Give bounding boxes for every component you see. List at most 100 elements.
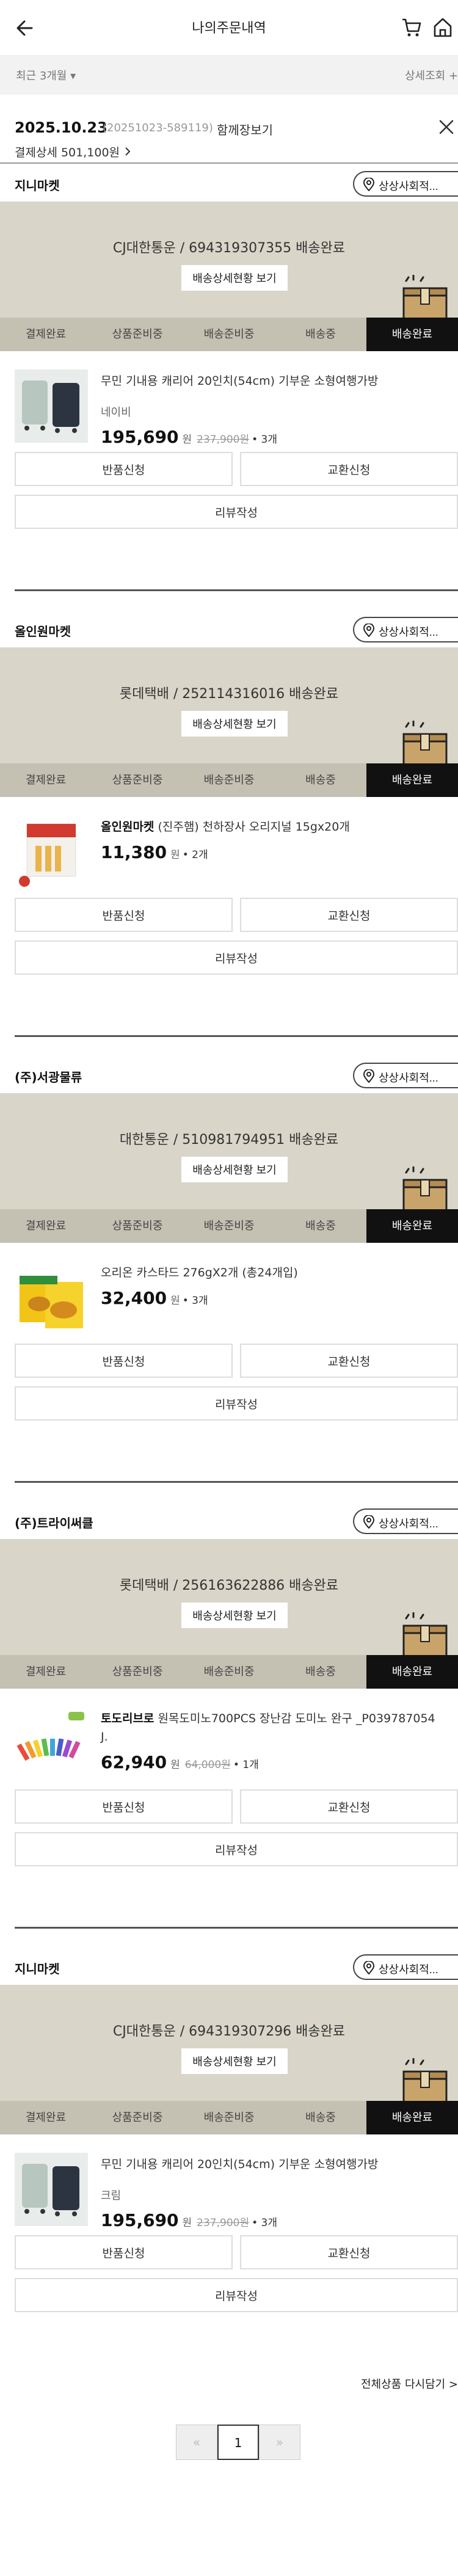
write-review-button[interactable]: 리뷰작성 — [15, 941, 458, 975]
product-name[interactable]: 무민 기내용 캐리어 20인치(54cm) 기부운 소형여행가방 — [101, 372, 443, 390]
shipment-divider — [15, 1035, 458, 1037]
seller-row: 지니마켓 상상사회적... — [0, 165, 458, 202]
product-name[interactable]: 올인원마켓 (진주햄) 천하장사 오리지널 15gx20개 — [101, 818, 443, 836]
write-review-button[interactable]: 리뷰작성 — [15, 1832, 458, 1866]
product-price: 195,690 — [101, 427, 179, 447]
pagination: « 1 » — [176, 2425, 300, 2460]
seller-name: (주)트라이써클 — [15, 1516, 93, 1530]
delivery-steps: 결제완료 상품준비중 배송준비중 배송중 배송완료 — [0, 1209, 458, 1243]
currency-label: 원 — [182, 2217, 192, 2229]
delivery-detail-button[interactable]: 배송상세현황 보기 — [181, 711, 288, 737]
shipment-block: 지니마켓 상상사회적... CJ대한통운 / 694319307296 배송완료… — [0, 1948, 458, 2339]
step-4: 배송완료 — [366, 763, 458, 797]
seller-row: (주)트라이써클 상상사회적... — [0, 1502, 458, 1539]
next-page-button[interactable]: » — [259, 2425, 300, 2460]
together-shopping-link[interactable]: 함께장보기 — [217, 120, 273, 138]
social-store-button[interactable]: 상상사회적... — [353, 1508, 458, 1534]
delivery-detail-button[interactable]: 배송상세현황 보기 — [181, 265, 288, 291]
order-item[interactable]: 오리온 카스타드 276gX2개 (총24개입) 32,400 원 • 3개 — [0, 1243, 458, 1344]
write-review-button[interactable]: 리뷰작성 — [15, 1386, 458, 1421]
currency-label: 원 — [170, 1759, 180, 1771]
seller-row: 올인원마켓 상상사회적... — [0, 611, 458, 647]
return-request-button[interactable]: 반품신청 — [15, 1344, 233, 1378]
delivery-steps: 결제완료 상품준비중 배송준비중 배송중 배송완료 — [0, 318, 458, 351]
product-thumbnail[interactable] — [15, 815, 88, 889]
step-2: 배송준비중 — [203, 2111, 255, 2124]
price-row: 195,690 원 237,900원 • 3개 — [101, 427, 277, 447]
shipment-divider — [15, 1481, 458, 1483]
order-item[interactable]: 무민 기내용 캐리어 20인치(54cm) 기부운 소형여행가방 네이비 195… — [0, 351, 458, 452]
product-name[interactable]: 오리온 카스타드 276gX2개 (총24개입) — [101, 1264, 443, 1282]
return-request-button[interactable]: 반품신청 — [15, 898, 233, 932]
product-thumbnail[interactable] — [15, 1707, 88, 1780]
price-row: 195,690 원 237,900원 • 3개 — [101, 2210, 277, 2230]
location-pin-icon — [363, 1515, 375, 1529]
currency-label: 원 — [170, 849, 180, 861]
delivery-detail-button[interactable]: 배송상세현황 보기 — [181, 1603, 288, 1628]
cart-icon[interactable] — [401, 16, 423, 38]
shipment-block: (주)트라이써클 상상사회적... 롯데택배 / 256163622886 배송… — [0, 1502, 458, 1893]
product-thumbnail[interactable] — [15, 1261, 88, 1334]
product-title: (진주햄) 천하장사 오리지널 15gx20개 — [154, 820, 350, 834]
step-0: 결제완료 — [25, 774, 67, 787]
return-request-button[interactable]: 반품신청 — [15, 1789, 233, 1824]
location-pin-icon — [363, 1961, 375, 1974]
exchange-request-button[interactable]: 교환신청 — [240, 2235, 458, 2269]
detail-search-button[interactable]: 상세조회 + — [405, 67, 458, 83]
quantity: • 1개 — [233, 1759, 259, 1771]
payment-detail-link[interactable]: 결제상세 501,100원 — [15, 144, 131, 160]
order-item[interactable]: 무민 기내용 캐리어 20인치(54cm) 기부운 소형여행가방 크림 195,… — [0, 2134, 458, 2235]
product-thumbnail[interactable] — [15, 369, 88, 443]
original-price: 237,900원 — [197, 2217, 250, 2229]
item-actions: 반품신청 교환신청 리뷰작성 — [0, 898, 458, 1002]
social-store-button[interactable]: 상상사회적... — [353, 171, 458, 197]
price-row: 11,380 원 • 2개 — [101, 842, 208, 862]
readd-all-button[interactable]: 전체상품 다시담기 > — [361, 2376, 458, 2392]
current-page[interactable]: 1 — [217, 2425, 259, 2460]
order-header: 2025.10.23 (20251023-589119) 함께장보기 결제상세 … — [0, 95, 458, 162]
price-row: 62,940 원 64,000원 • 1개 — [101, 1752, 259, 1772]
step-2: 배송준비중 — [203, 328, 255, 341]
social-store-button[interactable]: 상상사회적... — [353, 1063, 458, 1088]
delivery-steps: 결제완료 상품준비중 배송준비중 배송중 배송완료 — [0, 763, 458, 797]
currency-label: 원 — [170, 1295, 180, 1307]
write-review-button[interactable]: 리뷰작성 — [15, 495, 458, 529]
social-store-button[interactable]: 상상사회적... — [353, 617, 458, 642]
return-request-button[interactable]: 반품신청 — [15, 2235, 233, 2269]
step-4: 배송완료 — [366, 2101, 458, 2134]
close-icon[interactable] — [438, 119, 454, 135]
product-thumbnail[interactable] — [15, 2153, 88, 2226]
product-title: 무민 기내용 캐리어 20인치(54cm) 기부운 소형여행가방 — [101, 2158, 379, 2171]
shipment-block: 지니마켓 상상사회적... CJ대한통운 / 694319307355 배송완료… — [0, 165, 458, 556]
quantity: • 3개 — [252, 434, 278, 446]
chevron-right-icon — [125, 147, 131, 156]
exchange-request-button[interactable]: 교환신청 — [240, 1789, 458, 1824]
step-0: 결제완료 — [25, 2111, 67, 2124]
order-item[interactable]: 올인원마켓 (진주햄) 천하장사 오리지널 15gx20개 11,380 원 • 2… — [0, 797, 458, 898]
delivery-detail-button[interactable]: 배송상세현황 보기 — [181, 2048, 288, 2074]
product-name[interactable]: 토도리브로 원목도미노700PCS 장난감 도미노 완구 _P039787054… — [101, 1709, 443, 1746]
home-icon[interactable] — [432, 16, 453, 38]
period-select[interactable]: 최근 3개월 ▾ — [16, 67, 76, 83]
order-item[interactable]: 토도리브로 원목도미노700PCS 장난감 도미노 완구 _P039787054… — [0, 1689, 458, 1789]
step-1: 상품준비중 — [112, 1665, 163, 1678]
location-pin-icon — [363, 178, 375, 191]
original-price: 237,900원 — [197, 434, 250, 446]
seller-name: 올인원마켓 — [15, 624, 71, 639]
product-name[interactable]: 무민 기내용 캐리어 20인치(54cm) 기부운 소형여행가방 — [101, 2155, 443, 2174]
delivery-detail-button[interactable]: 배송상세현황 보기 — [181, 1157, 288, 1182]
exchange-request-button[interactable]: 교환신청 — [240, 452, 458, 486]
carrier-tracking-line: 롯데택배 / 252114316016 배송완료 — [119, 686, 339, 702]
step-4: 배송완료 — [366, 1209, 458, 1243]
step-1: 상품준비중 — [112, 328, 163, 341]
write-review-button[interactable]: 리뷰작성 — [15, 2278, 458, 2312]
step-1: 상품준비중 — [112, 774, 163, 787]
return-request-button[interactable]: 반품신청 — [15, 452, 233, 486]
step-1: 상품준비중 — [112, 1220, 163, 1232]
carrier-tracking-line: 롯데택배 / 256163622886 배송완료 — [119, 1578, 339, 1593]
social-store-button[interactable]: 상상사회적... — [353, 1954, 458, 1980]
social-store-label: 상상사회적... — [379, 1963, 438, 1976]
exchange-request-button[interactable]: 교환신청 — [240, 898, 458, 932]
exchange-request-button[interactable]: 교환신청 — [240, 1344, 458, 1378]
prev-page-button[interactable]: « — [176, 2425, 217, 2460]
